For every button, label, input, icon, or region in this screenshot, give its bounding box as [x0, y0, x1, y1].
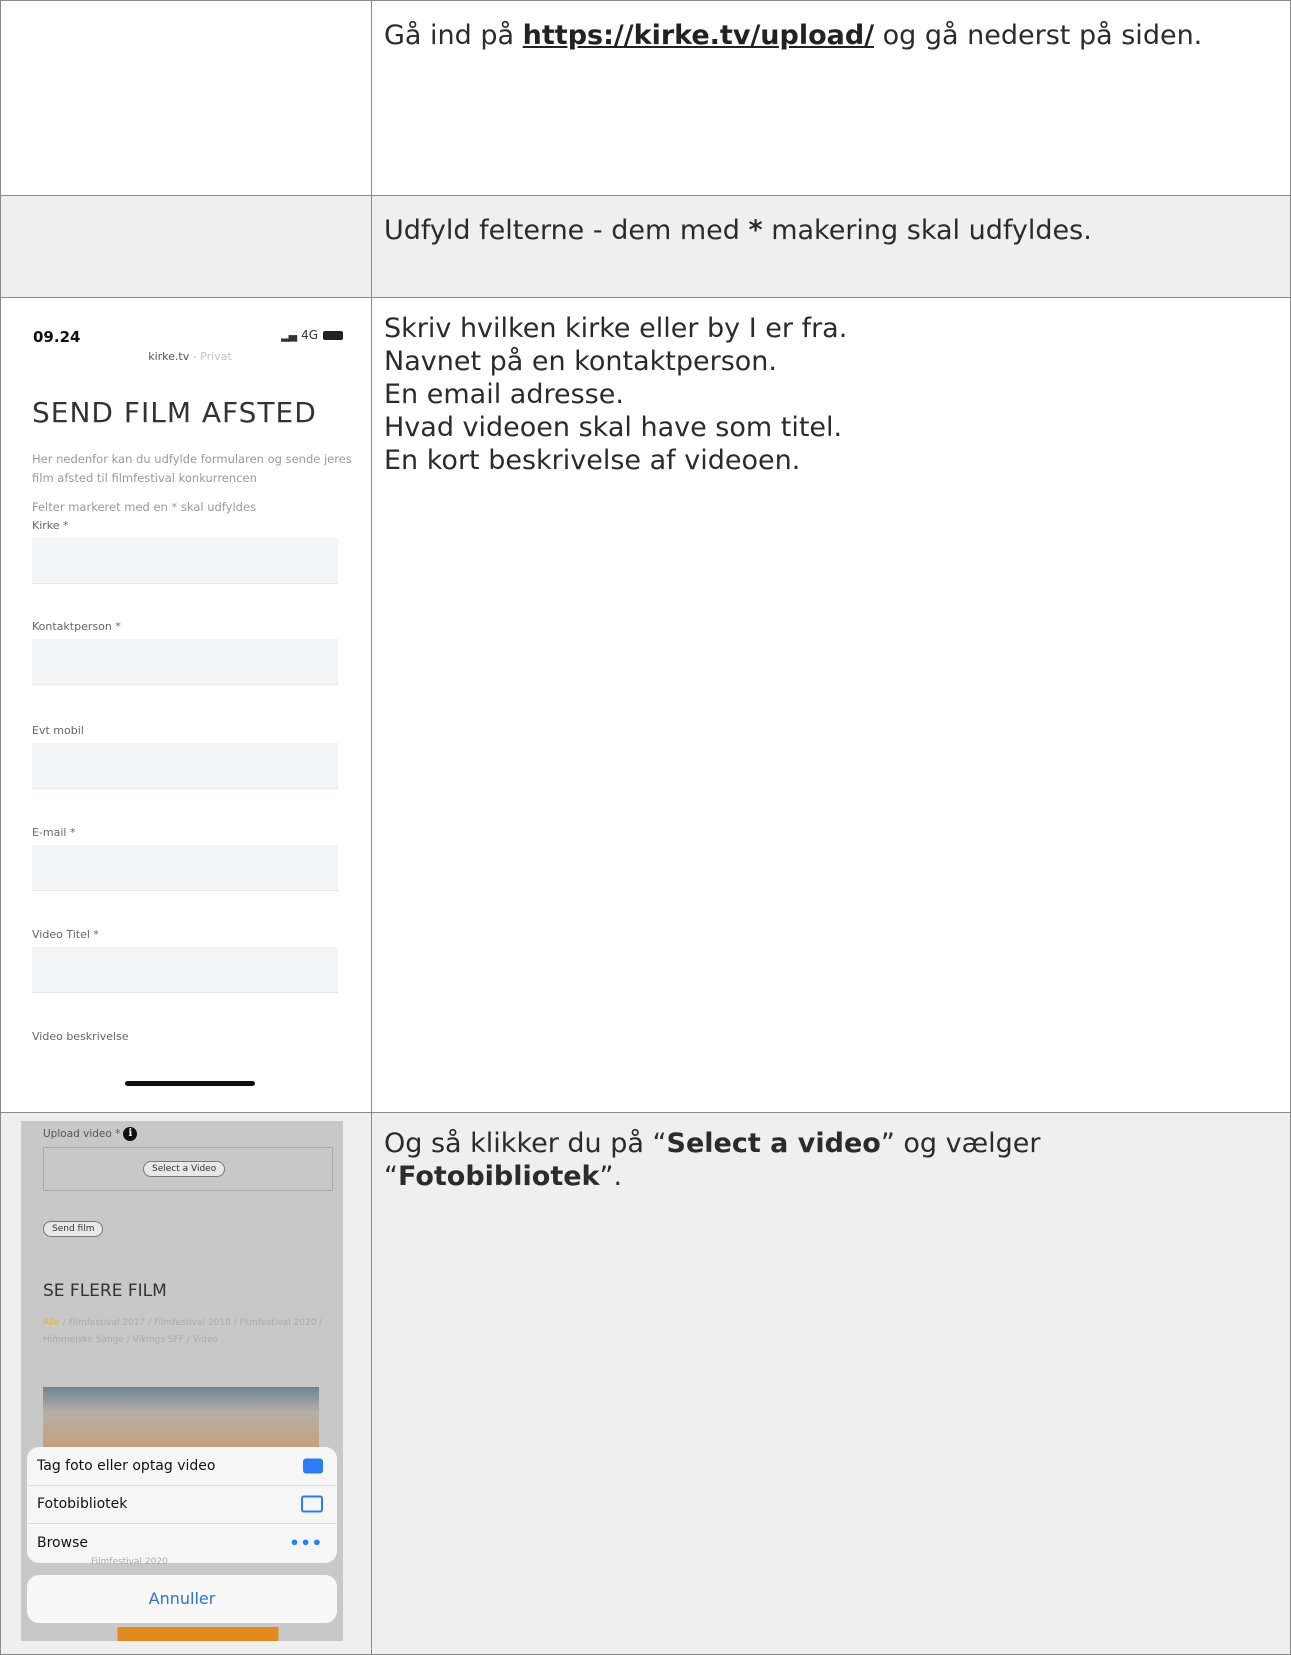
info-icon[interactable]: i — [123, 1127, 138, 1141]
step-text-4: Og så klikker du på “Select a video” og … — [371, 1112, 1291, 1655]
more-dots-icon: ••• — [289, 1533, 323, 1553]
step-3-line: En email adresse. — [384, 379, 624, 410]
category-all-link[interactable]: Alle — [43, 1318, 60, 1328]
network-label: 4G — [301, 328, 318, 342]
field-kirke: Kirke * — [32, 519, 338, 584]
field-video-titel: Video Titel * — [32, 928, 338, 993]
field-email: E-mail * — [32, 826, 338, 891]
email-input[interactable] — [32, 845, 338, 891]
status-time: 09.24 — [33, 328, 81, 346]
camera-icon — [303, 1458, 323, 1474]
field-label: Kontaktperson * — [32, 620, 121, 633]
select-video-button[interactable]: Select a Video — [143, 1161, 226, 1177]
kontaktperson-input[interactable] — [32, 639, 338, 685]
category-list[interactable]: / Filmfestival 2017 / Filmfestival 2018 … — [43, 1318, 322, 1345]
phone-screenshot-form: 09.24 ▂▄ 4G kirke.tv - Privat SEND FILM … — [17, 314, 363, 1094]
step-3-line: Hvad videoen skal have som titel. — [384, 412, 843, 443]
table-row: Udfyld felterne - dem med * makering ska… — [0, 195, 1291, 298]
upload-link[interactable]: https://kirke.tv/upload/ — [523, 20, 874, 51]
image-cell-empty — [0, 0, 372, 196]
field-label: Video beskrivelse — [32, 1030, 129, 1043]
option-label: Fotobibliotek — [37, 1496, 128, 1513]
step-4-bold-library: Fotobibliotek — [398, 1161, 600, 1192]
kirke-input[interactable] — [32, 538, 338, 584]
table-row: Gå ind på https://kirke.tv/upload/ og gå… — [0, 0, 1291, 196]
send-film-button[interactable]: Send film — [43, 1221, 104, 1237]
form-heading: SEND FILM AFSTED — [32, 396, 317, 429]
step-4-bold-select: Select a video — [666, 1128, 881, 1159]
step-1-text-before: Gå ind på — [384, 20, 523, 51]
image-cell-empty — [0, 195, 372, 298]
form-intro: Her nedenfor kan du udfylde formularen o… — [32, 452, 352, 485]
peek-text: Filmfestival 2020 — [91, 1557, 168, 1567]
option-take-photo[interactable]: Tag foto eller optag video — [27, 1447, 337, 1486]
step-3-lines: Skriv hvilken kirke eller by I er fra. N… — [384, 312, 1278, 477]
step-2-text-after: makering skal udfyldes. — [762, 215, 1092, 246]
required-note: Felter markeret med en * skal udfyldes — [32, 500, 257, 514]
option-browse[interactable]: Browse ••• — [27, 1524, 337, 1563]
field-label: E-mail * — [32, 826, 76, 839]
table-row: 09.24 ▂▄ 4G kirke.tv - Privat SEND FILM … — [0, 297, 1291, 1113]
field-kontaktperson: Kontaktperson * — [32, 620, 338, 685]
upload-label-row: Upload video * i — [43, 1127, 138, 1141]
step-text-1: Gå ind på https://kirke.tv/upload/ og gå… — [371, 0, 1291, 196]
image-cell-form-screenshot: 09.24 ▂▄ 4G kirke.tv - Privat SEND FILM … — [0, 297, 372, 1113]
instruction-table: Gå ind på https://kirke.tv/upload/ og gå… — [0, 0, 1291, 1655]
cancel-button[interactable]: Annuller — [27, 1575, 337, 1623]
folder-icon — [301, 1495, 323, 1513]
url-text: kirke.tv — [148, 350, 190, 363]
option-label: Browse — [37, 1535, 88, 1552]
battery-icon — [323, 330, 343, 340]
phone-screenshot-upload: Upload video * i Select a Video Send fil… — [21, 1121, 343, 1641]
upload-label: Upload video * — [43, 1128, 121, 1140]
thumbnail-strip — [21, 1627, 343, 1641]
step-1-text-after: og gå nederst på siden. — [874, 20, 1203, 51]
option-photo-library[interactable]: Fotobibliotek — [27, 1486, 337, 1525]
url-suffix: - Privat — [192, 350, 232, 363]
field-label: Evt mobil — [32, 724, 84, 737]
video-titel-input[interactable] — [32, 947, 338, 993]
field-label: Kirke * — [32, 519, 69, 532]
step-text-2: Udfyld felterne - dem med * makering ska… — [371, 195, 1291, 298]
step-text-3: Skriv hvilken kirke eller by I er fra. N… — [371, 297, 1291, 1113]
option-label: Tag foto eller optag video — [37, 1457, 216, 1474]
home-indicator — [125, 1081, 255, 1086]
address-bar[interactable]: kirke.tv - Privat — [17, 350, 363, 363]
step-4-part: Og så klikker du på “ — [384, 1128, 667, 1159]
asterisk-mark: * — [748, 215, 763, 246]
action-sheet: Tag foto eller optag video Fotobibliotek… — [27, 1447, 337, 1563]
step-3-line: Navnet på en kontaktperson. — [384, 346, 777, 377]
field-mobil: Evt mobil — [32, 724, 338, 789]
field-label: Video Titel * — [32, 928, 99, 941]
step-2-text-before: Udfyld felterne - dem med — [384, 215, 749, 246]
signal-bars-icon: ▂▄ — [281, 328, 297, 342]
step-4-part: ”. — [599, 1161, 623, 1192]
step-3-line: Skriv hvilken kirke eller by I er fra. — [384, 313, 848, 344]
status-signal: ▂▄ 4G — [281, 328, 343, 342]
table-row: Upload video * i Select a Video Send fil… — [0, 1112, 1291, 1655]
field-video-beskrivelse: Video beskrivelse — [32, 1030, 338, 1043]
more-films-heading: SE FLERE FILM — [43, 1281, 167, 1301]
category-links: Alle / Filmfestival 2017 / Filmfestival … — [43, 1315, 329, 1349]
mobil-input[interactable] — [32, 743, 338, 789]
image-cell-upload-screenshot: Upload video * i Select a Video Send fil… — [0, 1112, 372, 1655]
step-3-line: En kort beskrivelse af videoen. — [384, 445, 801, 476]
